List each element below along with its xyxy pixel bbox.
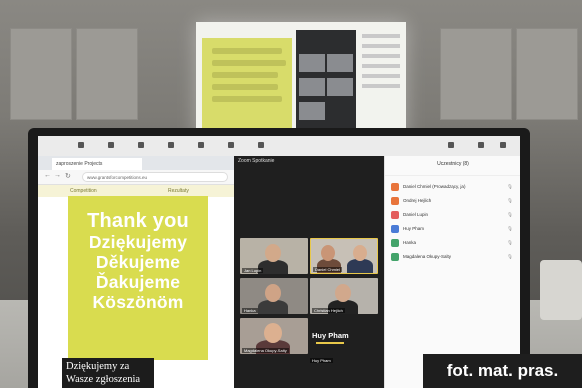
participant-row[interactable]: Magdalena Okupy-Salty 🎙	[385, 250, 520, 264]
room-background: zaproszenie Projects ← → ↻ www.grantsfor…	[0, 0, 582, 388]
avatar	[391, 211, 399, 219]
participant-name: Hanka	[403, 240, 417, 245]
monitor: zaproszenie Projects ← → ↻ www.grantsfor…	[28, 128, 530, 388]
participant-name: Huy Pham	[403, 226, 425, 231]
avatar	[391, 197, 399, 205]
taskbar-icon[interactable]	[258, 142, 264, 148]
participant-name: Ondrej Hejlich	[403, 198, 432, 203]
tile-name: Daniel Chmiel	[313, 267, 342, 272]
reload-icon[interactable]: ↻	[65, 172, 71, 180]
participant-row[interactable]: Daniel Chmiel (Prowadzący, ja) 🎙	[385, 180, 520, 194]
speaker-indicator	[316, 342, 344, 344]
video-tile[interactable]: Jan Lupin	[240, 238, 308, 274]
taskbar-icon[interactable]	[138, 142, 144, 148]
slide-caption: Dziękujemy za Wasze zgłoszenia	[62, 358, 154, 388]
taskbar	[38, 136, 520, 157]
slide-line: Köszönöm	[92, 292, 184, 312]
browser-urlbar: ← → ↻ www.grantsforcompetitions.eu	[38, 170, 234, 185]
wall-panel	[76, 28, 138, 120]
thank-you-slide: Thank you Dziękujemy Děkujeme Ďakujeme K…	[68, 196, 208, 360]
video-tile[interactable]: Hanka	[240, 278, 308, 314]
slide-line: Děkujeme	[95, 252, 181, 272]
monitor-screen: zaproszenie Projects ← → ↻ www.grantsfor…	[38, 136, 520, 388]
video-tile[interactable]: Magdalena Okupy-Salty	[240, 318, 308, 354]
tile-name: Jan Lupin	[242, 268, 264, 273]
wall-panel	[516, 28, 578, 120]
mic-icon[interactable]: 🎙	[507, 212, 513, 218]
back-icon[interactable]: ←	[44, 172, 51, 179]
participants-header: Uczestnicy (8)	[385, 156, 520, 176]
thank-you-text: Thank you Dziękujemy Děkujeme Ďakujeme K…	[68, 210, 208, 312]
meeting-window: Zoom Spotkanie Jan Lupin Daniel Chmiel H…	[234, 156, 384, 388]
wall-panel	[440, 28, 512, 120]
slide-line: Thank you	[87, 210, 189, 232]
forward-icon[interactable]: →	[54, 172, 61, 179]
avatar	[391, 239, 399, 247]
address-bar[interactable]: www.grantsforcompetitions.eu	[82, 172, 228, 182]
nav-link-left[interactable]: Competition	[70, 188, 97, 194]
mic-icon[interactable]: 🎙	[507, 240, 513, 246]
projected-slide	[202, 38, 292, 134]
taskbar-icon[interactable]	[500, 142, 506, 148]
participant-name: Daniel Lupin	[403, 212, 429, 217]
video-tile[interactable]: Daniel Chmiel	[310, 238, 378, 274]
participant-row[interactable]: Hanka 🎙	[385, 236, 520, 250]
mic-icon[interactable]: 🎙	[507, 184, 513, 190]
tile-name: Hanka	[242, 308, 258, 313]
browser-window: zaproszenie Projects ← → ↻ www.grantsfor…	[38, 156, 234, 388]
participant-name: Magdalena Okupy-Salty	[403, 254, 452, 259]
photo-credit: fot. mat. pras.	[423, 354, 582, 388]
active-speaker-name: Huy Pham	[312, 331, 349, 340]
video-tile[interactable]: Christian Hejlich	[310, 278, 378, 314]
chair	[540, 260, 582, 320]
slide-line: Dziękujemy	[88, 232, 188, 252]
taskbar-icon[interactable]	[168, 142, 174, 148]
meeting-title: Zoom Spotkanie	[238, 158, 275, 164]
avatar	[391, 225, 399, 233]
tile-name: Christian Hejlich	[312, 308, 345, 313]
participant-name: Daniel Chmiel (Prowadzący, ja)	[403, 184, 466, 189]
taskbar-icon[interactable]	[448, 142, 454, 148]
mic-icon[interactable]: 🎙	[507, 226, 513, 232]
taskbar-icon[interactable]	[228, 142, 234, 148]
projected-participants	[362, 34, 400, 94]
mic-icon[interactable]: 🎙	[507, 198, 513, 204]
browser-tabbar: zaproszenie Projects	[38, 156, 234, 170]
tile-name: Huy Pham	[310, 358, 333, 363]
projector-screen	[196, 22, 406, 142]
participant-row[interactable]: Huy Pham 🎙	[385, 222, 520, 236]
taskbar-icon[interactable]	[78, 142, 84, 148]
wall-panel	[10, 28, 72, 120]
mic-icon[interactable]: 🎙	[507, 254, 513, 260]
browser-tab[interactable]: zaproszenie Projects	[52, 158, 142, 170]
tile-name: Magdalena Okupy-Salty	[242, 348, 289, 353]
taskbar-icon[interactable]	[108, 142, 114, 148]
taskbar-icon[interactable]	[478, 142, 484, 148]
slide-line: Ďakujeme	[95, 272, 181, 292]
participant-row[interactable]: Daniel Lupin 🎙	[385, 208, 520, 222]
taskbar-icon[interactable]	[198, 142, 204, 148]
avatar	[391, 183, 399, 191]
participant-row[interactable]: Ondrej Hejlich 🎙	[385, 194, 520, 208]
nav-link-right[interactable]: Rezultaty	[168, 188, 189, 194]
projected-meeting	[296, 30, 356, 138]
avatar	[391, 253, 399, 261]
